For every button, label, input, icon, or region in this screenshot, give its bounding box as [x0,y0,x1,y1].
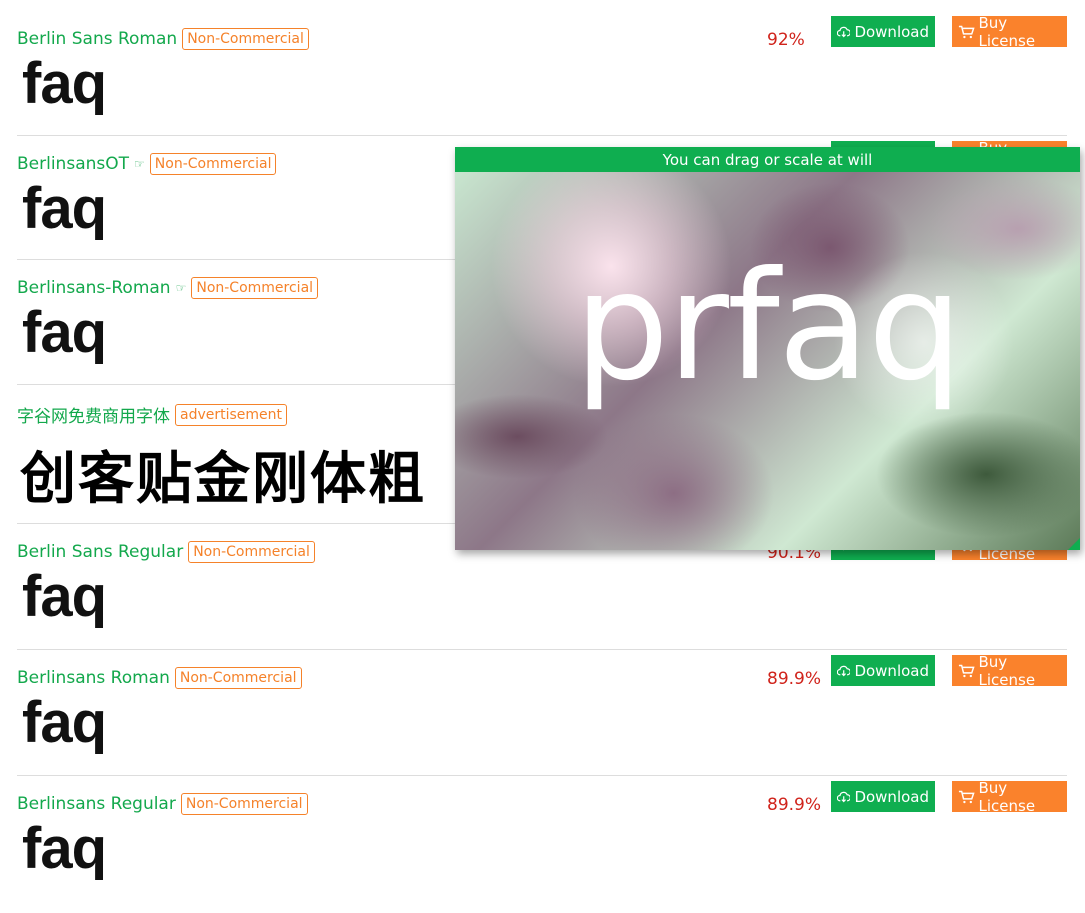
font-sample: faq [22,690,107,755]
font-sample: faq [22,300,107,365]
buy-license-button[interactable]: Buy License [952,652,1067,689]
download-button[interactable]: Download [831,16,935,47]
buy-license-button[interactable]: Buy License [952,778,1067,815]
license-badge: Non-Commercial [180,793,308,815]
font-name: Berlinsans Roman [17,668,170,688]
font-name: Berlinsans Regular [17,794,176,814]
download-button[interactable]: Download [831,781,935,812]
license-badge: Non-Commercial [188,541,315,563]
download-label: Download [854,661,929,680]
font-name: BerlinsansOT [17,154,130,174]
preview-text: prfaq [574,240,963,414]
font-sample: faq [22,176,107,241]
preview-popup[interactable]: You can drag or scale at will prfaq [455,147,1080,550]
download-label: Download [854,22,929,41]
license-badge: Non-Commercial [182,28,309,50]
font-row: Berlinsans Roman Non-Commercial faq 89.9% Do… [17,653,1067,776]
font-name-link[interactable]: Berlin Sans Roman Non-Commercial [17,28,309,50]
cart-icon [958,25,975,38]
font-name: Berlinsans-Roman [17,278,171,298]
font-sample: 创客贴金刚体粗 [20,447,426,512]
font-row: Berlin Sans Regular Non-Commercial faq 90.1… [17,527,1067,650]
font-name-link[interactable]: Berlinsans-Roman ☞ Non-Commercial [17,277,319,299]
buy-license-button[interactable]: Buy License [952,13,1067,50]
match-percent: 89.9% [767,795,822,815]
cart-icon [958,664,975,677]
font-name-link[interactable]: BerlinsansOT ☞ Non-Commercial [17,153,277,175]
cloud-download-icon [837,791,851,802]
license-badge: Non-Commercial [191,277,319,299]
cloud-download-icon [837,26,851,37]
cloud-download-icon [837,665,851,676]
font-name-link[interactable]: Berlin Sans Regular Non-Commercial [17,541,315,563]
buy-license-label: Buy License [978,778,1036,815]
download-button[interactable]: Download [831,655,935,686]
font-name: Berlin Sans Roman [17,29,178,49]
font-name-link[interactable]: Berlinsans Regular Non-Commercial [17,793,308,815]
font-sample: faq [22,816,107,881]
license-badge: Non-Commercial [149,153,277,175]
buy-license-label: Buy License [978,652,1036,689]
preview-drag-header[interactable]: You can drag or scale at will [455,147,1080,172]
buy-license-label: Buy License [978,13,1036,50]
resize-handle[interactable] [1068,538,1080,550]
license-badge: advertisement [175,403,288,426]
pointing-hand-icon: ☞ [175,281,187,295]
font-sample: faq [22,51,107,116]
font-name: Berlin Sans Regular [17,542,184,562]
font-name: 字谷网免费商用字体 [17,407,170,427]
cart-icon [958,790,975,803]
font-row: Berlinsans Regular Non-Commercial faq 89.9%… [17,779,1067,913]
font-name-link[interactable]: Berlinsans Roman Non-Commercial [17,667,302,689]
font-name-link[interactable]: 字谷网免费商用字体 advertisement [17,402,288,427]
match-percent: 92% [767,30,805,50]
download-label: Download [854,787,929,806]
match-percent: 89.9% [767,669,822,689]
font-sample: faq [22,564,107,629]
font-row: Berlin Sans Roman Non-Commercial faq 92% Dow… [17,14,1067,136]
license-badge: Non-Commercial [174,667,302,689]
preview-image: prfaq [455,172,1080,550]
pointing-hand-icon: ☞ [134,157,145,171]
